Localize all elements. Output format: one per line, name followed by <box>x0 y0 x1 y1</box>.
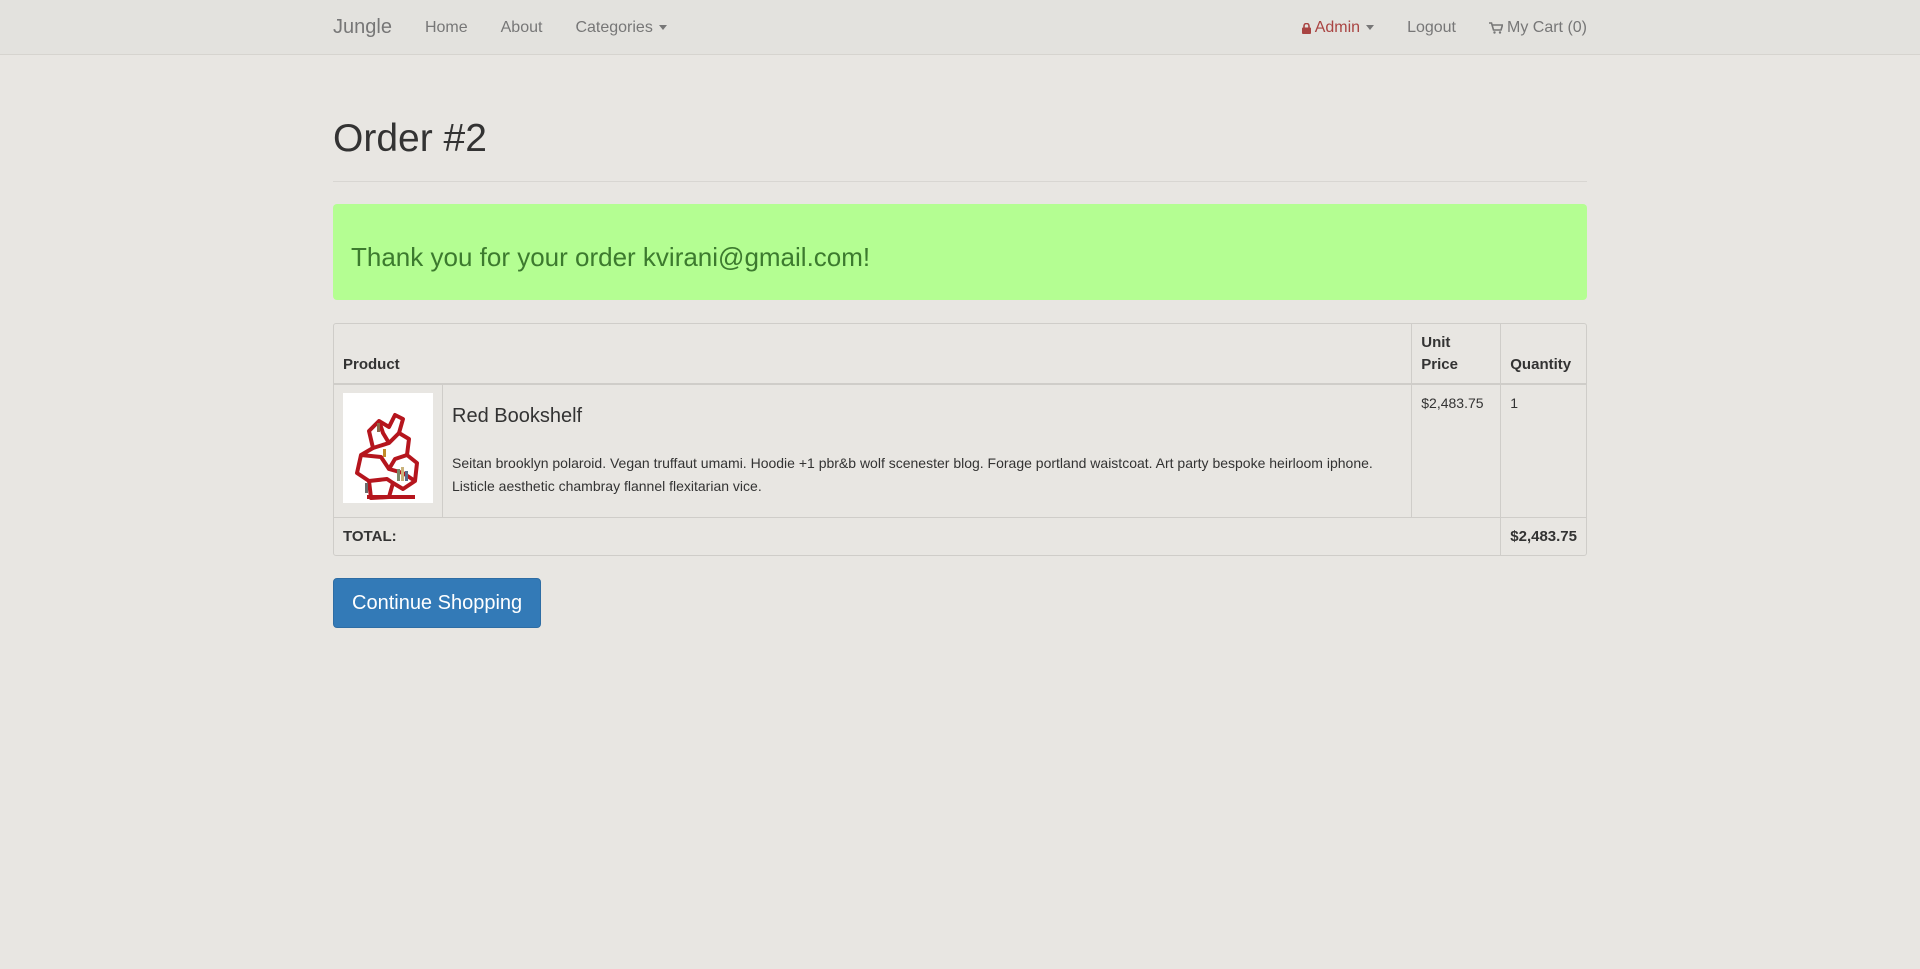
total-label: TOTAL: <box>334 518 1502 556</box>
alert-message: Thank you for your order kvirani@gmail.c… <box>351 241 871 272</box>
nav-categories-dropdown[interactable]: Categories <box>575 18 667 37</box>
unit-price-header: Unit Price <box>1412 323 1502 386</box>
total-row: TOTAL: $2,483.75 <box>334 518 1586 556</box>
product-name[interactable]: Red Bookshelf <box>452 405 1402 428</box>
product-image[interactable] <box>343 393 433 504</box>
nav-about-link[interactable]: About <box>501 19 543 37</box>
nav-home-link[interactable]: Home <box>425 19 468 37</box>
continue-shopping-button[interactable]: Continue Shopping <box>333 578 542 629</box>
brand-link[interactable]: Jungle <box>333 16 392 39</box>
chevron-down-icon <box>658 25 667 30</box>
product-info-cell: Red Bookshelf Seitan brooklyn polaroid. … <box>443 385 1413 519</box>
quantity-cell: 1 <box>1501 385 1586 519</box>
order-table: Product Unit Price Quantity Red Bookshel… <box>333 322 1587 557</box>
nav-cart-link[interactable]: My Cart (0) <box>1489 19 1587 37</box>
nav-admin-dropdown[interactable]: Admin <box>1301 18 1375 37</box>
lock-icon <box>1301 23 1311 34</box>
chevron-down-icon <box>1366 25 1375 30</box>
cart-icon <box>1489 21 1503 34</box>
navbar: Jungle Home About Categories Admin Logou… <box>0 0 1920 55</box>
product-description: Seitan brooklyn polaroid. Vegan truffaut… <box>452 455 1373 494</box>
page-header: Order #2 <box>333 117 1587 182</box>
nav-categories-label: Categories <box>575 18 653 36</box>
total-value: $2,483.75 <box>1510 528 1577 546</box>
page-title: Order #2 <box>333 117 487 160</box>
nav-logout-link[interactable]: Logout <box>1407 19 1456 37</box>
unit-price-cell: $2,483.75 <box>1412 385 1502 519</box>
nav-cart-label: My Cart (0) <box>1507 18 1587 36</box>
order-success-alert: Thank you for your order kvirani@gmail.c… <box>333 203 1587 300</box>
product-header: Product <box>334 323 1413 386</box>
main-content: Order #2 Thank you for your order kviran… <box>333 117 1587 629</box>
quantity-header: Quantity <box>1501 324 1586 386</box>
table-row: Red Bookshelf Seitan brooklyn polaroid. … <box>334 385 1586 519</box>
nav-admin-label: Admin <box>1314 18 1361 36</box>
product-image-cell <box>334 385 443 519</box>
